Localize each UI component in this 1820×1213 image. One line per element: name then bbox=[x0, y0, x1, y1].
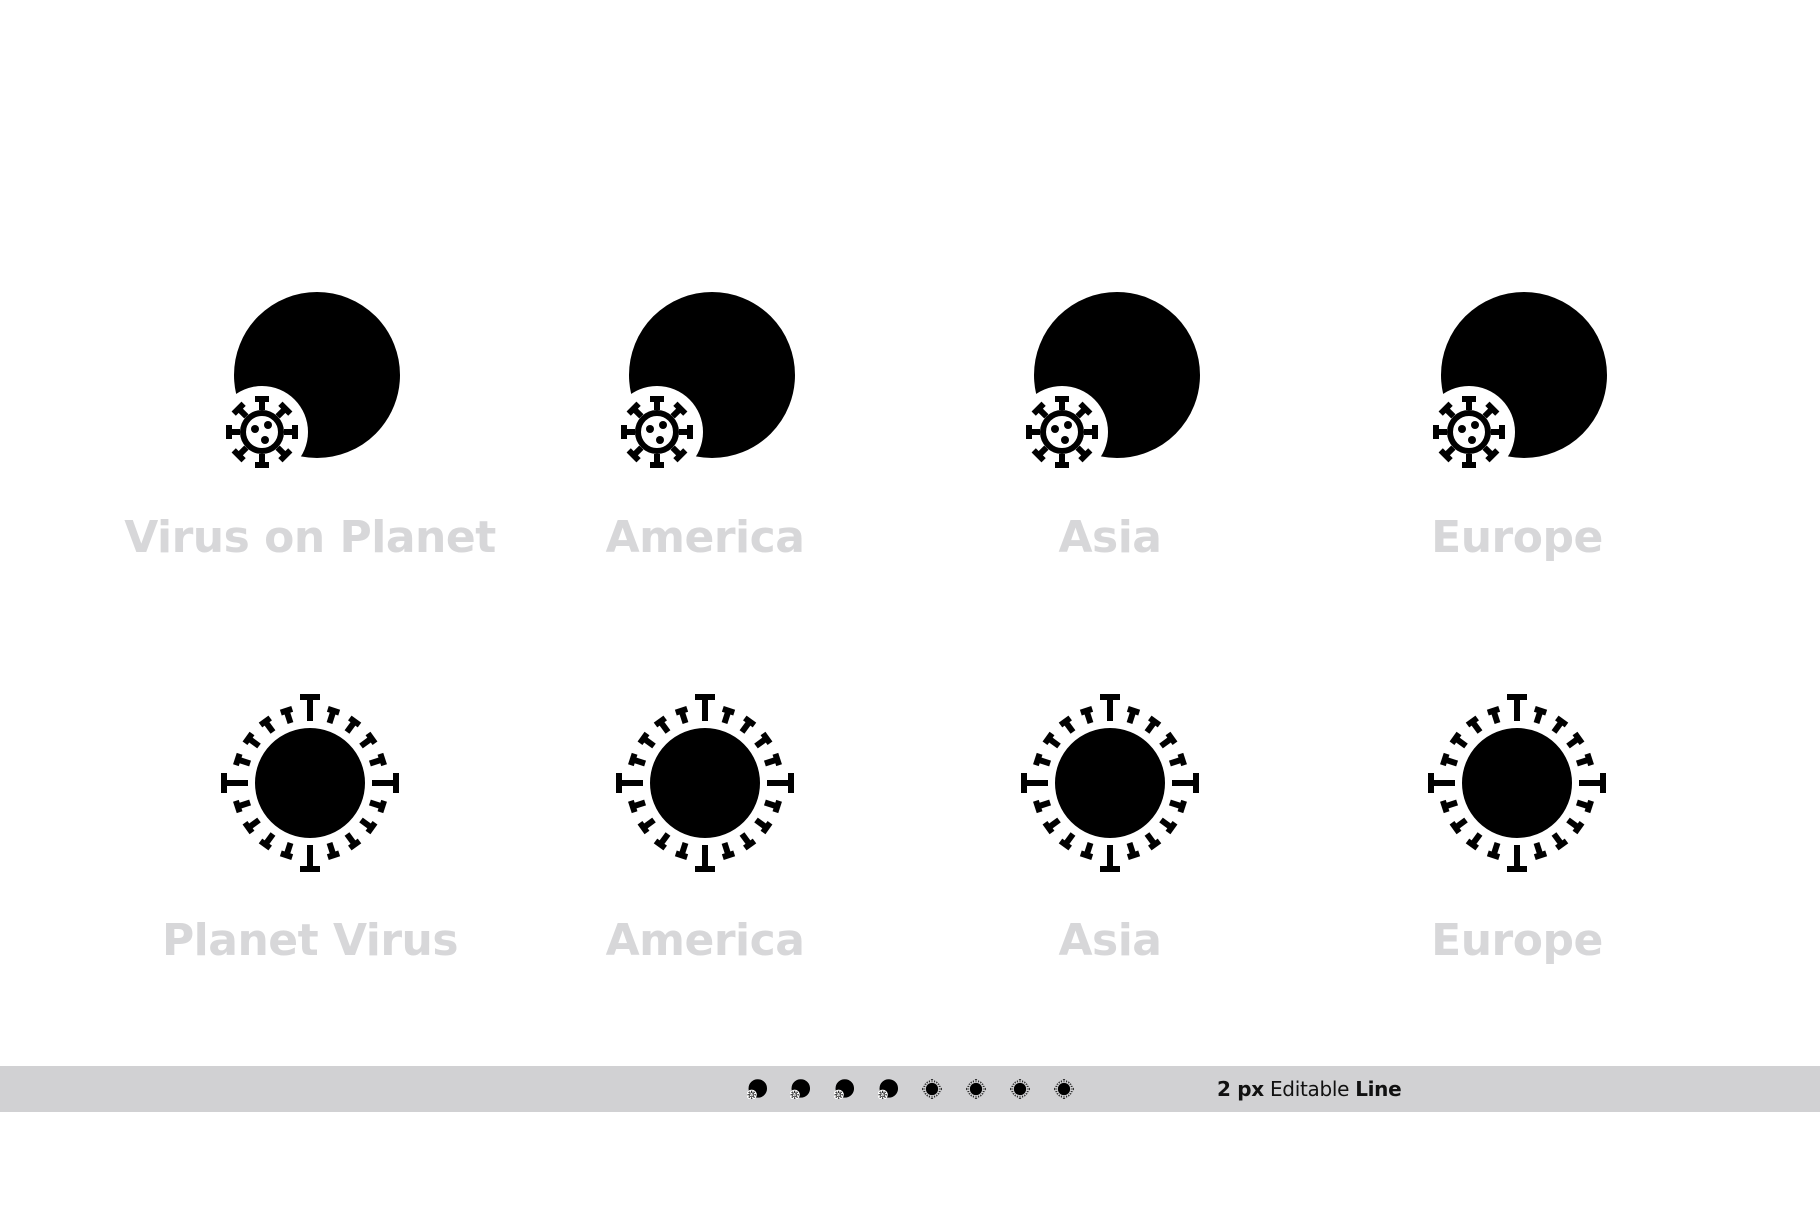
america-spiked-icon bbox=[616, 694, 794, 872]
icon-tile-europe-ring: Europe bbox=[1317, 693, 1717, 1053]
mini-america-virus-icon bbox=[790, 1079, 810, 1099]
mini-asia-virus-icon bbox=[834, 1079, 854, 1099]
icon-label: America bbox=[605, 915, 805, 966]
footer-bar: 2 px Editable Line bbox=[0, 1066, 1820, 1112]
icon-tile-asia: Asia bbox=[910, 290, 1310, 650]
icon-tile-planet-virus: Planet Virus bbox=[110, 693, 510, 1053]
mini-globe-spiked-icon bbox=[922, 1079, 942, 1099]
icon-tile-asia-ring: Asia bbox=[910, 693, 1310, 1053]
icon-label: Europe bbox=[1431, 915, 1603, 966]
mini-america-spiked-icon bbox=[966, 1079, 986, 1099]
icon-tile-virus-on-planet: Virus on Planet bbox=[110, 290, 510, 650]
globe-virus-icon bbox=[220, 292, 400, 470]
footer-editable: Editable bbox=[1269, 1077, 1350, 1101]
europe-virus-icon bbox=[1427, 292, 1607, 470]
icon-tile-america-ring: America bbox=[505, 693, 905, 1053]
icon-label: Asia bbox=[1058, 915, 1162, 966]
globe-spiked-icon bbox=[221, 694, 399, 872]
footer-line: Line bbox=[1355, 1077, 1402, 1101]
asia-spiked-icon bbox=[1021, 694, 1199, 872]
icon-label: Asia bbox=[1058, 512, 1162, 563]
icon-label: America bbox=[605, 512, 805, 563]
icon-tile-europe: Europe bbox=[1317, 290, 1717, 650]
mini-europe-virus-icon bbox=[878, 1079, 898, 1099]
icon-label: Virus on Planet bbox=[124, 512, 496, 563]
mini-europe-spiked-icon bbox=[1054, 1079, 1074, 1099]
icon-label: Planet Virus bbox=[161, 915, 459, 966]
europe-spiked-icon bbox=[1428, 694, 1606, 872]
footer-caption: 2 px Editable Line bbox=[1217, 1077, 1402, 1101]
mini-globe-virus-icon bbox=[747, 1079, 767, 1099]
icon-tile-america: America bbox=[505, 290, 905, 650]
america-virus-icon bbox=[615, 292, 795, 470]
footer-stroke-size: 2 px bbox=[1217, 1077, 1264, 1101]
asia-virus-icon bbox=[1020, 292, 1200, 470]
mini-asia-spiked-icon bbox=[1010, 1079, 1030, 1099]
icon-label: Europe bbox=[1431, 512, 1603, 563]
